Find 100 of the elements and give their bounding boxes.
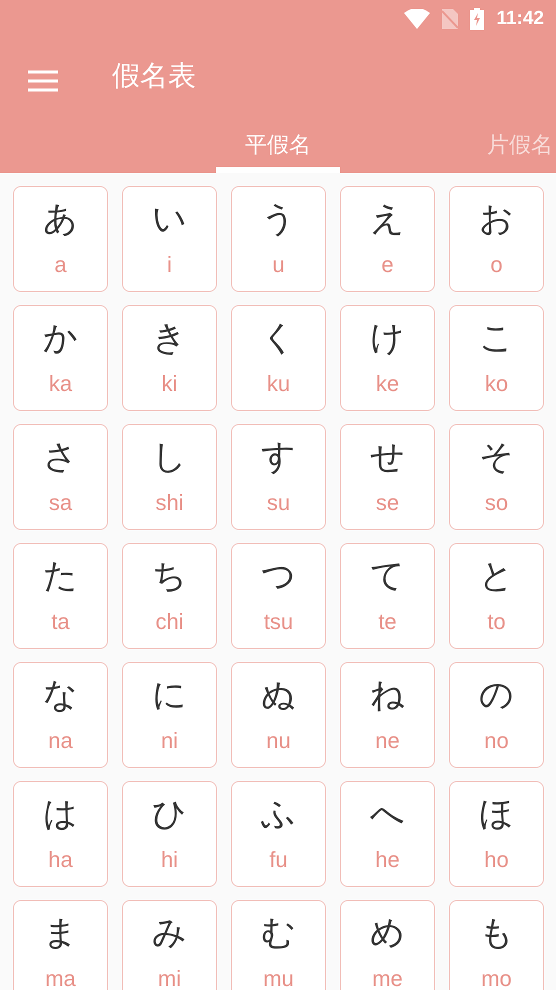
romaji-label: he: [375, 846, 400, 874]
kana-character: く: [261, 317, 296, 360]
kana-card[interactable]: に ni: [122, 662, 217, 768]
romaji-label: se: [376, 489, 400, 517]
romaji-label: shi: [155, 489, 184, 517]
kana-character: は: [43, 793, 78, 836]
kana-card[interactable]: み mi: [122, 900, 217, 990]
kana-card[interactable]: ま ma: [13, 900, 108, 990]
kana-character: う: [261, 198, 296, 241]
kana-card[interactable]: く ku: [231, 305, 326, 411]
kana-card[interactable]: う u: [231, 186, 326, 292]
kana-card[interactable]: へ he: [340, 781, 435, 887]
kana-character: ひ: [152, 793, 187, 836]
kana-character: ほ: [479, 793, 514, 836]
battery-charging-icon: [470, 8, 484, 30]
kana-character: い: [152, 198, 187, 241]
kana-character: の: [479, 674, 514, 717]
kana-character: さ: [43, 436, 78, 479]
kana-card[interactable]: ふ fu: [231, 781, 326, 887]
romaji-label: ho: [484, 846, 509, 874]
romaji-label: so: [484, 489, 508, 517]
kana-card[interactable]: け ke: [340, 305, 435, 411]
kana-card[interactable]: と to: [449, 543, 544, 649]
romaji-label: ta: [51, 608, 70, 636]
kana-card[interactable]: こ ko: [449, 305, 544, 411]
romaji-label: nu: [266, 727, 291, 755]
kana-card[interactable]: た ta: [13, 543, 108, 649]
kana-character: て: [370, 555, 405, 598]
kana-card[interactable]: ね ne: [340, 662, 435, 768]
kana-card[interactable]: さ sa: [13, 424, 108, 530]
kana-card[interactable]: そ so: [449, 424, 544, 530]
romaji-label: ko: [484, 370, 508, 398]
kana-card[interactable]: て te: [340, 543, 435, 649]
romaji-label: mo: [481, 965, 512, 990]
romaji-label: no: [484, 727, 509, 755]
romaji-label: e: [381, 251, 394, 279]
kana-character: め: [370, 912, 405, 955]
kana-card[interactable]: ぬ nu: [231, 662, 326, 768]
kana-card[interactable]: あ a: [13, 186, 108, 292]
kana-character: に: [152, 674, 187, 717]
romaji-label: na: [48, 727, 73, 755]
kana-card[interactable]: ち chi: [122, 543, 217, 649]
kana-character: そ: [479, 436, 514, 479]
romaji-label: i: [167, 251, 172, 279]
kana-character: な: [43, 674, 78, 717]
kana-card[interactable]: の no: [449, 662, 544, 768]
kana-character: き: [152, 317, 187, 360]
romaji-label: hi: [160, 846, 178, 874]
app-title: 假名表: [112, 58, 196, 94]
romaji-label: ni: [160, 727, 178, 755]
kana-character: と: [479, 555, 514, 598]
menu-icon: [28, 70, 58, 92]
romaji-label: ha: [48, 846, 73, 874]
kana-character: む: [261, 912, 296, 955]
romaji-label: ma: [45, 965, 76, 990]
kana-character: へ: [370, 793, 405, 836]
kana-card[interactable]: め me: [340, 900, 435, 990]
kana-character: も: [479, 912, 514, 955]
kana-card[interactable]: ほ ho: [449, 781, 544, 887]
romaji-label: sa: [48, 489, 72, 517]
kana-character: ね: [370, 674, 405, 717]
romaji-label: te: [378, 608, 397, 636]
kana-card[interactable]: か ka: [13, 305, 108, 411]
kana-character: お: [479, 198, 514, 241]
kana-card[interactable]: つ tsu: [231, 543, 326, 649]
kana-card[interactable]: せ se: [340, 424, 435, 530]
no-sim-icon: [442, 9, 458, 29]
romaji-label: ne: [375, 727, 400, 755]
romaji-label: to: [487, 608, 506, 636]
kana-character: す: [261, 436, 296, 479]
kana-character: し: [152, 436, 187, 479]
kana-character: つ: [261, 555, 296, 598]
kana-card[interactable]: な na: [13, 662, 108, 768]
romaji-label: ki: [162, 370, 178, 398]
romaji-label: a: [54, 251, 67, 279]
romaji-label: tsu: [264, 608, 294, 636]
kana-card[interactable]: も mo: [449, 900, 544, 990]
kana-card[interactable]: ひ hi: [122, 781, 217, 887]
wifi-icon: [404, 9, 430, 29]
kana-card[interactable]: し shi: [122, 424, 217, 530]
kana-card[interactable]: い i: [122, 186, 217, 292]
kana-card[interactable]: す su: [231, 424, 326, 530]
kana-card[interactable]: は ha: [13, 781, 108, 887]
romaji-label: o: [490, 251, 503, 279]
kana-character: あ: [43, 198, 78, 241]
kana-character: ち: [152, 555, 187, 598]
menu-button[interactable]: [28, 70, 58, 92]
kana-card[interactable]: き ki: [122, 305, 217, 411]
romaji-label: mi: [158, 965, 182, 990]
romaji-label: ku: [266, 370, 290, 398]
kana-character: ぬ: [261, 674, 296, 717]
romaji-label: mu: [263, 965, 294, 990]
status-time: 11:42: [496, 8, 544, 30]
kana-character: ふ: [261, 793, 296, 836]
romaji-label: ka: [48, 370, 72, 398]
kana-card[interactable]: む mu: [231, 900, 326, 990]
romaji-label: fu: [269, 846, 288, 874]
romaji-label: su: [266, 489, 290, 517]
kana-card[interactable]: お o: [449, 186, 544, 292]
kana-card[interactable]: え e: [340, 186, 435, 292]
